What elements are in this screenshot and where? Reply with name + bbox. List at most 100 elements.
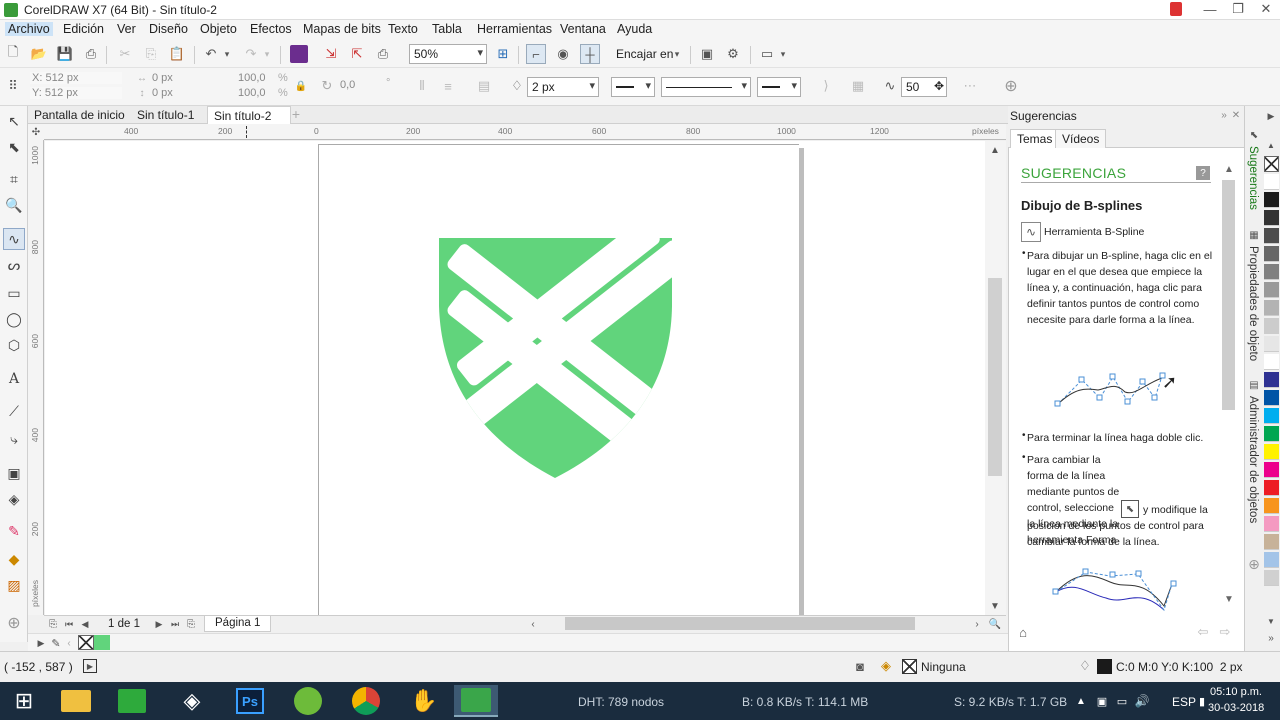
side-tab-sugerencias[interactable]: Sugerencias	[1247, 146, 1259, 210]
palette-swatch[interactable]	[1264, 318, 1279, 334]
publish-pdf-icon[interactable]: ⎙	[374, 45, 392, 63]
options-icon[interactable]: ⚙	[724, 45, 742, 63]
minimize-button[interactable]: —	[1198, 0, 1222, 18]
end-arrowhead-select[interactable]	[757, 77, 801, 97]
file-explorer-icon[interactable]	[54, 685, 98, 717]
palette-swatch[interactable]	[1264, 408, 1279, 424]
drop-shadow-tool-icon[interactable]: ▣	[3, 462, 25, 484]
palette-swatch[interactable]	[1264, 300, 1279, 316]
width-field[interactable]: 0 px	[152, 72, 173, 84]
palette-swatch[interactable]	[1264, 174, 1279, 190]
fill-none-swatch[interactable]	[902, 659, 917, 674]
palette-scroll-left-icon[interactable]: ‹	[64, 636, 74, 650]
scroll-left-icon[interactable]: ‹	[526, 617, 540, 631]
mirror-vertical-icon[interactable]: ≡	[440, 78, 456, 94]
palette-swatch[interactable]	[1264, 372, 1279, 388]
palette-swatch[interactable]	[1264, 498, 1279, 514]
coreldraw-taskbar-icon[interactable]	[454, 685, 498, 717]
search-content-icon[interactable]	[290, 45, 308, 63]
crop-tool-icon[interactable]: ⌗	[3, 168, 25, 190]
cut-icon[interactable]: ✂	[116, 45, 134, 63]
line-style-select[interactable]	[661, 77, 751, 97]
palette-swatch[interactable]	[1264, 444, 1279, 460]
palette-swatch[interactable]	[1264, 246, 1279, 262]
add-page-before-icon[interactable]: ⎘	[46, 617, 60, 631]
no-color-swatch[interactable]	[78, 635, 94, 650]
add-property-icon[interactable]: ⊕	[1002, 77, 1020, 95]
side-tab-propiedades-de-objeto[interactable]: Propiedades de objeto	[1247, 246, 1259, 361]
undo-icon[interactable]: ↶	[202, 45, 220, 63]
mirror-horizontal-icon[interactable]: ⫴	[414, 78, 430, 94]
close-curve-icon[interactable]: ▤	[476, 78, 492, 94]
shape-tool-icon[interactable]: ⬉	[3, 136, 25, 158]
redo-dropdown-icon[interactable]: ▾	[262, 45, 272, 63]
tab-sin-titulo-1[interactable]: Sin título-1	[131, 106, 200, 124]
home-icon[interactable]: ⌂	[1014, 623, 1032, 641]
first-page-icon[interactable]: ⏮	[62, 617, 76, 631]
horizontal-ruler[interactable]: 400 200 0 200 400 600 800 1000 1200 píxe…	[44, 124, 1006, 140]
copy-icon[interactable]: ⎘	[142, 45, 160, 63]
reverse-direction-icon[interactable]: ⟩	[818, 78, 834, 94]
palette-up-icon[interactable]: ▲	[1264, 140, 1278, 150]
horizontal-scroll-thumb[interactable]	[565, 617, 915, 630]
show-guidelines-icon[interactable]: ┼	[580, 44, 600, 64]
docker-scroll-down-icon[interactable]: ▼	[1222, 592, 1236, 606]
hint-forward-icon[interactable]: ⇨	[1216, 623, 1234, 641]
document-color-swatch[interactable]	[94, 635, 110, 650]
snap-to-button[interactable]: Encajar en	[616, 47, 673, 61]
outline-color-swatch[interactable]	[1097, 659, 1112, 674]
snap-dropdown-icon[interactable]: ▾	[672, 46, 682, 62]
tab-temas[interactable]: Temas	[1010, 129, 1060, 148]
docker-expand-icon[interactable]: »	[1218, 108, 1230, 122]
tray-arrow-icon[interactable]: ▲	[1074, 693, 1088, 709]
save-icon[interactable]: 💾	[56, 45, 74, 63]
connector-tool-icon[interactable]: ⤷	[3, 428, 25, 450]
angle-field[interactable]: 0,0	[338, 77, 382, 95]
photoshop-icon[interactable]: Ps	[228, 685, 272, 717]
redo-icon[interactable]: ↷	[242, 45, 260, 63]
palette-menu-icon[interactable]: ▶	[1264, 110, 1278, 122]
color-eyedropper-tool-icon[interactable]: ✎	[3, 520, 25, 542]
menu-ayuda[interactable]: Ayuda	[617, 22, 652, 36]
vertical-scroll-thumb[interactable]	[988, 278, 1002, 476]
tab-videos[interactable]: Vídeos	[1055, 129, 1107, 148]
add-docker-icon[interactable]: ⊕	[1246, 556, 1262, 572]
scroll-right-icon[interactable]: ›	[970, 617, 984, 631]
zoom-tool-icon[interactable]: 🔍	[3, 194, 25, 216]
menu-archivo[interactable]: Archivo	[5, 22, 53, 36]
palette-flyout-icon[interactable]: ▶	[36, 636, 46, 650]
object-origin-icon[interactable]: ⠿	[4, 77, 22, 95]
palette-swatch[interactable]	[1264, 264, 1279, 280]
palette-swatch[interactable]	[1264, 570, 1279, 586]
palette-swatch[interactable]	[1264, 534, 1279, 550]
smart-drawing-tool-icon[interactable]: ᔕ	[3, 254, 25, 276]
docker-scroll-thumb[interactable]	[1222, 180, 1235, 410]
menu-ventana[interactable]: Ventana	[560, 22, 606, 36]
import-icon[interactable]: ⇲	[322, 45, 340, 63]
help-icon[interactable]: ?	[1196, 166, 1210, 180]
prev-page-icon[interactable]: ◀	[78, 617, 92, 631]
palette-swatch[interactable]	[1264, 390, 1279, 406]
unity-icon[interactable]: ◈	[170, 685, 214, 717]
transparency-tool-icon[interactable]: ◈	[3, 488, 25, 510]
menu-mapas-de-bits[interactable]: Mapas de bits	[303, 22, 381, 36]
docker-close-icon[interactable]: ✕	[1230, 108, 1242, 122]
paw-app-icon[interactable]: ✋	[402, 685, 446, 717]
tray-app-icon[interactable]: ▣	[1094, 693, 1110, 709]
add-tab-icon[interactable]: +	[289, 106, 303, 122]
clock-date[interactable]: 30-03-2018	[1208, 702, 1264, 714]
show-rulers-icon[interactable]: ⌐	[526, 44, 546, 64]
hint-back-icon[interactable]: ⇦	[1194, 623, 1212, 641]
undo-dropdown-icon[interactable]: ▾	[222, 45, 232, 63]
full-screen-preview-icon[interactable]: ⊞	[494, 45, 512, 63]
outline-width-select[interactable]: 2 px	[527, 77, 599, 97]
add-page-after-icon[interactable]: ⎘	[184, 617, 198, 631]
side-tab-administrador-de-objetos[interactable]: Administrador de objetos	[1247, 396, 1259, 523]
polygon-tool-icon[interactable]: ⬡	[3, 334, 25, 356]
menu-tabla[interactable]: Tabla	[432, 22, 462, 36]
palette-swatch[interactable]	[1264, 462, 1279, 478]
show-grid-icon[interactable]: ◉	[554, 45, 572, 63]
vertical-ruler[interactable]: 1000 800 600 400 200 píxeles	[28, 140, 44, 615]
menu-herramientas[interactable]: Herramientas	[477, 22, 552, 36]
zoom-level-select[interactable]: 50%	[409, 44, 487, 64]
